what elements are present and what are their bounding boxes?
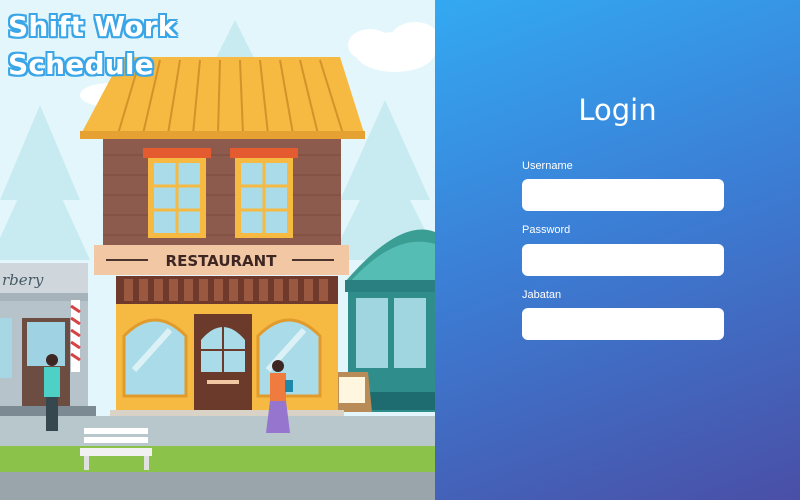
login-panel: Login Username Password Jabatan bbox=[435, 0, 800, 500]
jabatan-label: Jabatan bbox=[522, 289, 562, 301]
app-title: Shift Work Schedule bbox=[8, 8, 177, 84]
password-input[interactable] bbox=[522, 244, 724, 276]
login-title: Login bbox=[578, 93, 657, 127]
barber-sign-text: rbery bbox=[2, 271, 44, 289]
app-title-line-1: Shift Work bbox=[8, 10, 177, 43]
username-input[interactable] bbox=[522, 179, 724, 211]
username-label: Username bbox=[522, 160, 573, 172]
street-illustration-panel: rbery RESTAURANT Shift Work Schedule bbox=[0, 0, 435, 500]
restaurant-sign-text: RESTAURANT bbox=[166, 252, 278, 270]
password-label: Password bbox=[522, 224, 571, 236]
jabatan-input[interactable] bbox=[522, 308, 724, 340]
app-title-line-2: Schedule bbox=[8, 48, 154, 81]
